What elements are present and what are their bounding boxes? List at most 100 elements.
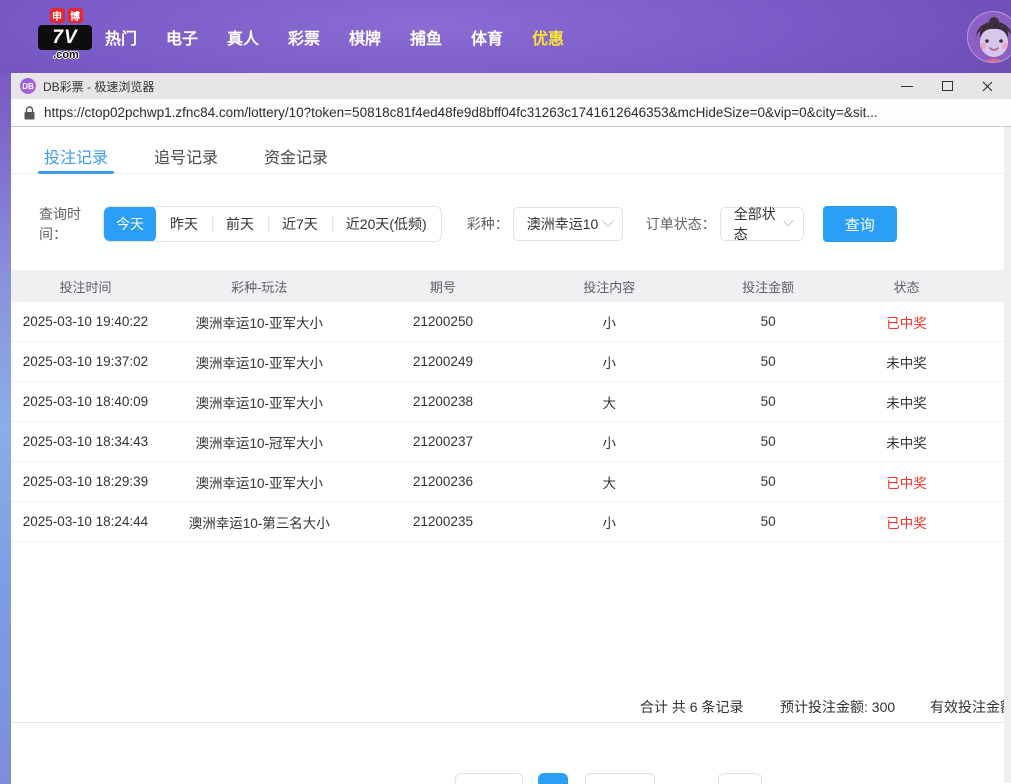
logo-badge-2: 博 [68, 8, 83, 23]
issue-cell: 21200249 [359, 354, 528, 369]
bet-amount-cell: 50 [691, 514, 845, 529]
issue-cell: 21200238 [359, 394, 528, 409]
tab-chase-records[interactable]: 追号记录 [154, 144, 218, 168]
bet-content-cell: 小 [527, 432, 691, 452]
search-button[interactable]: 查询 [823, 206, 897, 242]
order-status-select[interactable]: 全部状态 [720, 207, 804, 241]
game-play-cell: 澳洲幸运10-亚军大小 [160, 312, 359, 332]
order-status-value: 全部状态 [734, 204, 786, 244]
bet-time-cell: 2025-03-10 18:34:43 [11, 434, 160, 449]
order-status-label: 订单状态： [646, 214, 716, 234]
bet-time-cell: 2025-03-10 18:29:39 [11, 474, 160, 489]
nav-item-live[interactable]: 真人 [226, 25, 260, 49]
lottery-type-value: 澳洲幸运10 [527, 214, 599, 234]
status-cell: 已中奖 [845, 312, 1004, 332]
time-option-7days[interactable]: 近7天 [268, 206, 332, 242]
tab-bet-records[interactable]: 投注记录 [44, 144, 108, 168]
table-row: 2025-03-10 18:34:43 澳洲幸运10-冠军大小 21200237… [11, 422, 1004, 462]
table-row: 2025-03-10 19:37:02 澳洲幸运10-亚军大小 21200249… [11, 342, 1004, 382]
nav-item-hot[interactable]: 热门 [104, 25, 138, 49]
browser-window: DB DB彩票 - 极速浏览器 https://ctop02pchwp1.zfn… [11, 73, 1011, 784]
status-cell: 未中奖 [845, 352, 1004, 372]
nav-item-fishing[interactable]: 捕鱼 [409, 25, 443, 49]
bet-records-table: 投注时间 彩种-玩法 期号 投注内容 投注金额 状态 2025-03-10 19… [11, 270, 1004, 542]
minimize-icon [901, 86, 913, 87]
table-row: 2025-03-10 19:40:22 澳洲幸运10-亚军大小 21200250… [11, 302, 1004, 342]
header-bet-amount: 投注金额 [691, 277, 845, 296]
user-avatar[interactable] [967, 11, 1011, 63]
minimize-button[interactable] [887, 73, 927, 99]
lottery-type-label: 彩种： [467, 214, 509, 234]
query-time-label: 查询时间： [39, 204, 103, 244]
table-row: 2025-03-10 18:29:39 澳洲幸运10-亚军大小 21200236… [11, 462, 1004, 502]
bet-amount-cell: 50 [691, 394, 845, 409]
pagination-next-button[interactable]: 下一页 [585, 773, 655, 784]
bet-content-cell: 大 [527, 472, 691, 492]
status-cell: 未中奖 [845, 392, 1004, 412]
bet-content-cell: 小 [527, 512, 691, 532]
logo-suffix-text: .com [38, 50, 94, 61]
nav-item-promo[interactable]: 优惠 [531, 25, 565, 49]
table-row: 2025-03-10 18:24:44 澳洲幸运10-第三名大小 2120023… [11, 502, 1004, 542]
summary-expected-amount: 预计投注金额: 300 [780, 697, 895, 717]
top-navbar: 申 博 7V .com 热门 电子 真人 彩票 棋牌 捕鱼 体育 优惠 [0, 0, 1011, 73]
page-content: 投注记录 追号记录 资金记录 查询时间： 今天 昨天 前天 近7天 近20天(低… [11, 127, 1011, 783]
url-text: https://ctop02pchwp1.zfnc84.com/lottery/… [44, 105, 878, 120]
bet-amount-cell: 50 [691, 434, 845, 449]
bet-time-cell: 2025-03-10 18:40:09 [11, 394, 160, 409]
active-tab-underline [38, 171, 114, 174]
nav-item-slots[interactable]: 电子 [165, 25, 199, 49]
time-option-today[interactable]: 今天 [104, 206, 156, 242]
issue-cell: 21200236 [359, 474, 528, 489]
vertical-scrollbar[interactable] [1004, 127, 1011, 783]
pagination-jump-input[interactable] [718, 773, 762, 784]
header-bet-content: 投注内容 [527, 277, 691, 296]
nav-item-chess[interactable]: 棋牌 [348, 25, 382, 49]
tab-fund-records[interactable]: 资金记录 [264, 144, 328, 168]
issue-cell: 21200250 [359, 314, 528, 329]
window-titlebar[interactable]: DB DB彩票 - 极速浏览器 [11, 73, 1011, 99]
maximize-button[interactable] [927, 73, 967, 99]
bet-content-cell: 大 [527, 392, 691, 412]
bet-amount-cell: 50 [691, 354, 845, 369]
lock-icon [24, 106, 35, 120]
close-button[interactable] [967, 73, 1007, 99]
pagination-current-page[interactable]: 1 [538, 773, 568, 784]
time-range-group: 今天 昨天 前天 近7天 近20天(低频) [103, 206, 442, 242]
header-bet-time: 投注时间 [11, 277, 160, 296]
logo-main-text: 7V [38, 25, 92, 50]
game-play-cell: 澳洲幸运10-亚军大小 [160, 352, 359, 372]
bet-amount-cell: 50 [691, 314, 845, 329]
top-nav-items: 热门 电子 真人 彩票 棋牌 捕鱼 体育 优惠 [104, 0, 565, 73]
bet-time-cell: 2025-03-10 18:24:44 [11, 514, 160, 529]
header-status: 状态 [845, 277, 1004, 296]
nav-item-lottery[interactable]: 彩票 [287, 25, 321, 49]
logo-badge-1: 申 [50, 8, 65, 23]
pagination-prev-button[interactable]: 上一页 [455, 773, 523, 784]
bet-time-cell: 2025-03-10 19:40:22 [11, 314, 160, 329]
site-logo[interactable]: 申 博 7V .com [38, 8, 94, 61]
record-tabs: 投注记录 追号记录 资金记录 [11, 137, 1004, 174]
time-option-day-before[interactable]: 前天 [212, 206, 268, 242]
bet-time-cell: 2025-03-10 19:37:02 [11, 354, 160, 369]
game-play-cell: 澳洲幸运10-冠军大小 [160, 432, 359, 452]
header-issue: 期号 [359, 277, 528, 296]
status-cell: 未中奖 [845, 432, 1004, 452]
bet-content-cell: 小 [527, 352, 691, 372]
db-favicon-icon: DB [20, 78, 36, 94]
game-play-cell: 澳洲幸运10-第三名大小 [160, 512, 359, 532]
game-play-cell: 澳洲幸运10-亚军大小 [160, 472, 359, 492]
header-game-play: 彩种-玩法 [160, 277, 359, 296]
close-icon [982, 81, 993, 92]
window-controls [887, 73, 1007, 99]
summary-valid-amount: 有效投注金额 [930, 697, 1011, 717]
table-header: 投注时间 彩种-玩法 期号 投注内容 投注金额 状态 [11, 270, 1004, 302]
table-summary: 合计 共 6 条记录 预计投注金额: 300 有效投注金额 [11, 685, 1004, 723]
avatar-illustration [968, 12, 1011, 63]
game-play-cell: 澳洲幸运10-亚军大小 [160, 392, 359, 412]
time-option-yesterday[interactable]: 昨天 [156, 206, 212, 242]
nav-item-sports[interactable]: 体育 [470, 25, 504, 49]
address-bar[interactable]: https://ctop02pchwp1.zfnc84.com/lottery/… [11, 99, 1011, 127]
time-option-20days[interactable]: 近20天(低频) [332, 206, 441, 242]
lottery-type-select[interactable]: 澳洲幸运10 [513, 207, 623, 241]
